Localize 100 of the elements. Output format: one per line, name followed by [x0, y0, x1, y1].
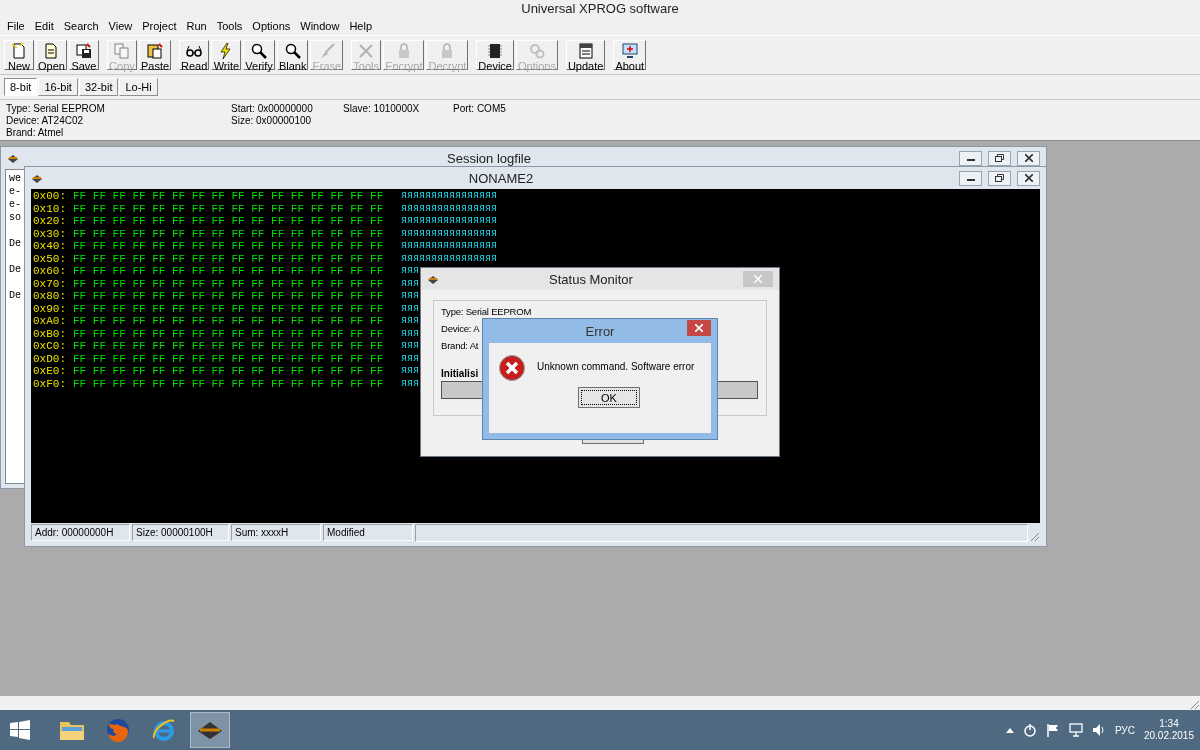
close-icon [1024, 154, 1033, 162]
ascii-text: яяяяяяяяяяяяяяяя [401, 240, 497, 253]
toolbar-button[interactable]: Save [68, 40, 99, 70]
window-title: Status Monitor [548, 271, 634, 287]
close-icon [754, 275, 762, 283]
error-icon [499, 355, 525, 381]
hex-address: 0xB0: [33, 327, 67, 340]
menu-item[interactable]: View [103, 19, 138, 32]
globe-icon [106, 718, 130, 742]
close-button[interactable] [1017, 150, 1040, 166]
caret-icon[interactable] [1005, 727, 1014, 733]
language-indicator[interactable]: РУС [1114, 724, 1135, 736]
close-icon [1024, 174, 1033, 182]
toolbar-button[interactable]: Read [179, 40, 210, 70]
flag-icon[interactable] [1045, 723, 1060, 737]
hex-address: 0xC0: [33, 340, 67, 353]
notepad-icon [577, 43, 594, 59]
ascii-text: яяяяяяяяяяяяяяяя [401, 252, 497, 265]
menu-item[interactable]: Run [181, 19, 212, 32]
toolbar-button[interactable]: Device [476, 40, 514, 70]
toolbar-button[interactable]: Paste [138, 40, 172, 70]
info-text: Device: A [441, 322, 480, 336]
menu-item[interactable]: Help [344, 19, 377, 32]
hex-bytes: FF FF FF FF FF FF FF FF FF FF FF FF FF FF FF FF [73, 227, 385, 240]
ascii-text: яяяяяяяяяяяяяяяя [401, 190, 497, 203]
info-text: Start: 0x00000000 [231, 103, 314, 115]
toolbar-button[interactable]: Verify [243, 40, 275, 70]
network-icon[interactable] [1068, 723, 1083, 737]
toolbar-button[interactable]: About [613, 40, 647, 70]
ascii-text: яяя [401, 327, 419, 340]
power-icon[interactable] [1022, 723, 1037, 737]
close-button[interactable] [1017, 170, 1040, 186]
menu-item[interactable]: Edit [29, 19, 59, 32]
taskbar-button[interactable] [190, 712, 230, 748]
hex-bytes: FF FF FF FF FF FF FF FF FF FF FF FF FF FF FF FF [73, 265, 385, 278]
stage-text: Initialisi [441, 368, 479, 379]
window-title: NONAME2 [467, 170, 535, 186]
close-icon [695, 324, 703, 332]
hex-bytes: FF FF FF FF FF FF FF FF FF FF FF FF FF FF FF FF [73, 340, 385, 353]
hex-bytes: FF FF FF FF FF FF FF FF FF FF FF FF FF FF FF FF [73, 190, 385, 203]
menu-item[interactable]: Search [58, 19, 104, 32]
tab[interactable]: 16-bit [38, 78, 78, 96]
hex-bytes: FF FF FF FF FF FF FF FF FF FF FF FF FF FF FF FF [73, 327, 385, 340]
tab[interactable]: Lo-Hi [119, 78, 158, 96]
speaker-icon[interactable] [1091, 723, 1106, 737]
log-line: De [9, 237, 21, 250]
menu-item[interactable]: Project [137, 19, 182, 32]
hex-bytes: FF FF FF FF FF FF FF FF FF FF FF FF FF FF FF FF [73, 215, 385, 228]
info-text: Device: AT24C02 [6, 115, 85, 127]
hex-address: 0x60: [33, 265, 67, 278]
window-title: Error [584, 323, 616, 339]
toolbar-button[interactable]: Update [565, 40, 606, 70]
close-button[interactable] [687, 320, 711, 336]
hex-bytes: FF FF FF FF FF FF FF FF FF FF FF FF FF FF FF FF [73, 277, 385, 290]
status-field: Modified [323, 524, 413, 541]
status-field: Size: 00000100H [132, 524, 229, 541]
info-text: Size: 0x00000100 [231, 115, 313, 127]
status-field: Addr: 00000000H [31, 524, 130, 541]
start-icon[interactable] [10, 720, 30, 740]
info-text: Brand: Atmel [6, 127, 65, 139]
toolbar-button[interactable]: Blank [276, 40, 309, 70]
magnifier-icon [284, 43, 301, 59]
hex-address: 0xF0: [33, 377, 67, 390]
toolbar-button[interactable]: Open [36, 40, 67, 70]
minimize-button[interactable] [959, 150, 982, 166]
tab[interactable]: 8-bit [4, 78, 38, 96]
hex-address: 0xE0: [33, 365, 67, 378]
hex-bytes: FF FF FF FF FF FF FF FF FF FF FF FF FF FF FF FF [73, 252, 385, 265]
hex-address: 0x90: [33, 302, 67, 315]
log-line: so [9, 211, 21, 224]
menu-item[interactable]: Window [295, 19, 345, 32]
menu-item[interactable]: Options [247, 19, 296, 32]
hex-bytes: FF FF FF FF FF FF FF FF FF FF FF FF FF FF FF FF [73, 290, 385, 303]
ascii-text: яяя [401, 315, 419, 328]
menu-item[interactable]: Tools [211, 19, 248, 32]
window-title: Session logfile [446, 150, 532, 166]
document-icon [11, 43, 27, 59]
ascii-text: яяя [401, 277, 419, 290]
hex-address: 0x70: [33, 277, 67, 290]
menu-item[interactable]: File [2, 19, 30, 32]
restore-icon [995, 174, 1004, 182]
restore-button[interactable] [988, 150, 1011, 166]
log-line: e- [9, 185, 21, 198]
tab[interactable]: 32-bit [78, 78, 119, 96]
minimize-button[interactable] [959, 170, 982, 186]
hex-bytes: FF FF FF FF FF FF FF FF FF FF FF FF FF FF FF FF [73, 302, 385, 315]
restore-icon [995, 154, 1004, 162]
clock[interactable]: 1:34 20.02.2015 [1143, 718, 1194, 742]
toolbar-button[interactable]: New [4, 40, 34, 70]
info-text: Port: COM5 [453, 103, 506, 115]
resize-grip-icon[interactable] [1030, 532, 1040, 542]
info-text: Slave: 1010000X [343, 103, 421, 115]
resize-grip-icon[interactable] [1190, 700, 1200, 710]
toolbar-button[interactable]: Write [211, 40, 242, 70]
hex-bytes: FF FF FF FF FF FF FF FF FF FF FF FF FF FF FF FF [73, 202, 385, 215]
ok-button[interactable]: OK [578, 387, 640, 408]
restore-button[interactable] [988, 170, 1011, 186]
folder-icon [59, 719, 85, 741]
ascii-text: яяяяяяяяяяяяяяяя [401, 202, 497, 215]
hex-bytes: FF FF FF FF FF FF FF FF FF FF FF FF FF FF FF FF [73, 377, 385, 390]
